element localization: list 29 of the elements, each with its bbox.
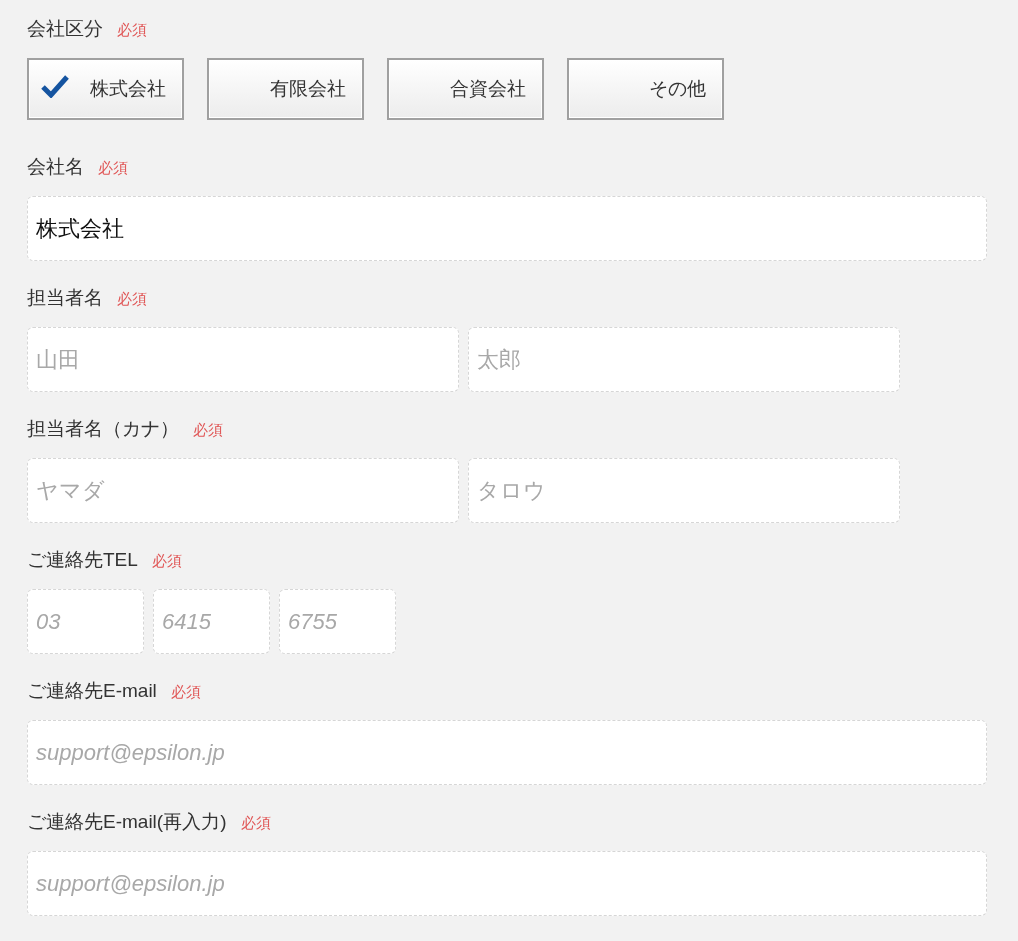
required-tag: 必須	[170, 683, 201, 702]
field-label: 担当者名（カナ）	[27, 417, 179, 441]
input-field[interactable]: 太郎	[468, 327, 900, 392]
required-tag: 必須	[117, 21, 147, 40]
required-tag: 必須	[98, 159, 128, 178]
field-label: ご連絡先TEL	[27, 548, 138, 572]
input-field[interactable]: 山田	[27, 327, 459, 392]
checkmark-icon	[41, 74, 69, 98]
input-field[interactable]: 株式会社	[27, 196, 987, 261]
required-tag: 必須	[151, 552, 182, 571]
input-field[interactable]: support@epsilon.jp	[27, 851, 987, 916]
input-field[interactable]: ヤマダ	[27, 458, 459, 523]
field-label: ご連絡先E-mail	[27, 679, 157, 703]
option-button[interactable]: 合資会社	[387, 58, 544, 120]
required-tag: 必須	[117, 290, 147, 309]
field-label: 担当者名	[27, 286, 103, 310]
field-label: 会社名	[27, 155, 84, 179]
input-field[interactable]: support@epsilon.jp	[27, 720, 987, 785]
field-label: ご連絡先E-mail(再入力)	[27, 810, 227, 834]
input-field[interactable]: 03	[27, 589, 144, 654]
option-button[interactable]: その他	[567, 58, 724, 120]
required-tag: 必須	[193, 421, 223, 440]
field-label: 会社区分	[27, 17, 103, 41]
input-field[interactable]: タロウ	[468, 458, 900, 523]
option-button[interactable]: 株式会社	[27, 58, 184, 120]
input-field[interactable]: 6755	[279, 589, 396, 654]
input-field[interactable]: 6415	[153, 589, 270, 654]
option-button[interactable]: 有限会社	[207, 58, 364, 120]
required-tag: 必須	[240, 814, 271, 833]
